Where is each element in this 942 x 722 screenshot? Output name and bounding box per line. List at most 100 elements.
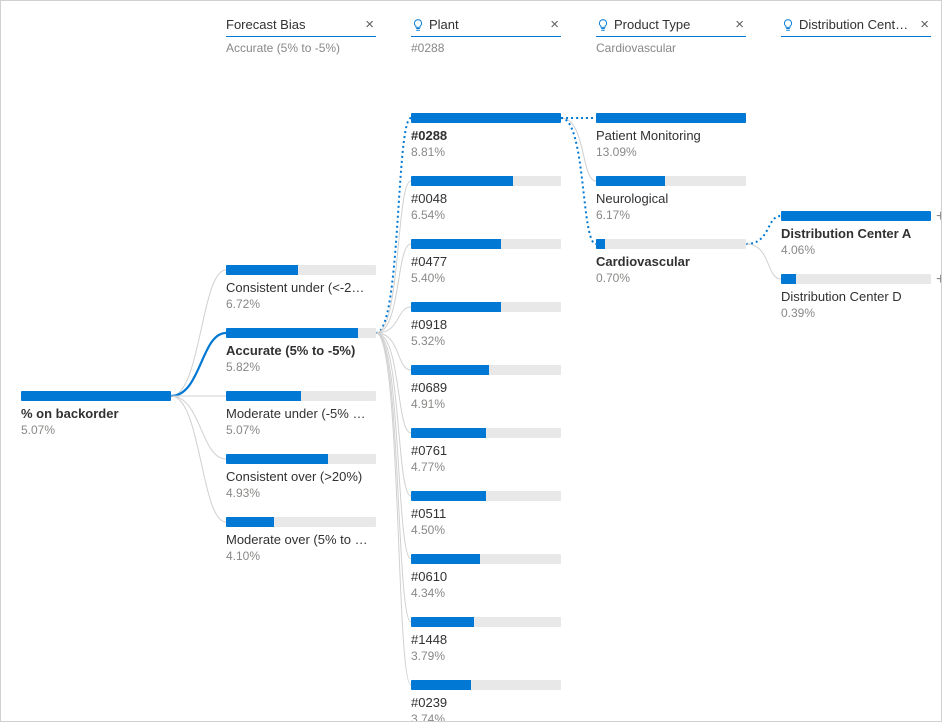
node-value: 5.32%	[411, 334, 561, 348]
column-header-plant[interactable]: Plant × #0288	[411, 17, 561, 55]
close-icon[interactable]: ×	[918, 17, 931, 32]
tree-node[interactable]: Consistent under (<-2… 6.72%	[226, 265, 376, 311]
column-subtitle: #0288	[411, 41, 561, 55]
tree-node[interactable]: #0610 4.34%	[411, 554, 561, 600]
bar	[226, 517, 376, 527]
column-rule	[596, 36, 746, 37]
node-label: % on backorder	[21, 406, 171, 421]
node-label: #0918	[411, 317, 561, 332]
bar-fill	[411, 113, 561, 123]
tree-node[interactable]: Distribution Center A 4.06%	[781, 211, 931, 257]
tree-node[interactable]: #0288 8.81%	[411, 113, 561, 159]
node-value: 4.34%	[411, 586, 561, 600]
tree-node[interactable]: #0689 4.91%	[411, 365, 561, 411]
close-icon[interactable]: ×	[363, 17, 376, 32]
node-label: Cardiovascular	[596, 254, 746, 269]
tree-node[interactable]: #0511 4.50%	[411, 491, 561, 537]
connectors	[1, 1, 942, 722]
node-value: 0.39%	[781, 306, 931, 320]
tree-node[interactable]: #07614.77%	[411, 428, 561, 474]
node-label: Distribution Center A	[781, 226, 931, 241]
root-node[interactable]: % on backorder 5.07%	[21, 391, 171, 437]
bar-fill	[411, 554, 480, 564]
tree-node[interactable]: Moderate over (5% to …4.10%	[226, 517, 376, 563]
node-value: 13.09%	[596, 145, 746, 159]
node-value: 4.93%	[226, 486, 376, 500]
node-value: 5.07%	[226, 423, 376, 437]
node-value: 4.91%	[411, 397, 561, 411]
close-icon[interactable]: ×	[733, 17, 746, 32]
expand-icon[interactable]: +	[936, 271, 942, 289]
node-label: Moderate under (-5% …	[226, 406, 376, 421]
column-title: Forecast Bias	[226, 17, 363, 32]
node-value: 4.77%	[411, 460, 561, 474]
node-label: #1448	[411, 632, 561, 647]
bar-fill	[596, 113, 746, 123]
bar	[411, 554, 561, 564]
tree-node[interactable]: Accurate (5% to -5%)5.82%	[226, 328, 376, 374]
bar	[596, 239, 746, 249]
node-label: Consistent under (<-2…	[226, 280, 376, 295]
node-label: #0511	[411, 506, 561, 521]
node-value: 6.72%	[226, 297, 376, 311]
bar	[411, 239, 561, 249]
column-header-forecast-bias[interactable]: Forecast Bias × Accurate (5% to -5%)	[226, 17, 376, 55]
tree-node[interactable]: #0918 5.32%	[411, 302, 561, 348]
tree-node[interactable]: Distribution Center D0.39%	[781, 274, 931, 320]
bar-fill	[226, 328, 358, 338]
tree-node[interactable]: Neurological6.17%	[596, 176, 746, 222]
node-value: 3.79%	[411, 649, 561, 663]
node-label: Consistent over (>20%)	[226, 469, 376, 484]
column-title: Product Type	[614, 17, 733, 32]
bar-fill	[411, 365, 489, 375]
node-value: 5.07%	[21, 423, 171, 437]
tree-node[interactable]: #00486.54%	[411, 176, 561, 222]
node-value: 8.81%	[411, 145, 561, 159]
bar	[781, 211, 931, 221]
node-value: 6.17%	[596, 208, 746, 222]
lightbulb-icon	[781, 18, 795, 32]
column-title: Plant	[429, 17, 548, 32]
tree-node[interactable]: Consistent over (>20%) 4.93%	[226, 454, 376, 500]
node-value: 4.50%	[411, 523, 561, 537]
bar	[226, 265, 376, 275]
bar-fill	[411, 428, 486, 438]
column-title: Distribution Cent…	[799, 17, 918, 32]
tree-node[interactable]: #02393.74%	[411, 680, 561, 722]
bar	[596, 176, 746, 186]
bar-fill	[411, 302, 501, 312]
node-label: #0477	[411, 254, 561, 269]
bar	[411, 491, 561, 501]
column-header-distribution-center[interactable]: Distribution Cent… ×	[781, 17, 931, 37]
node-label: #0610	[411, 569, 561, 584]
node-label: #0288	[411, 128, 561, 143]
node-label: #0048	[411, 191, 561, 206]
tree-node[interactable]: Moderate under (-5% … 5.07%	[226, 391, 376, 437]
tree-node[interactable]: #0477 5.40%	[411, 239, 561, 285]
column-header-product-type[interactable]: Product Type × Cardiovascular	[596, 17, 746, 55]
tree-node[interactable]: Cardiovascular0.70%	[596, 239, 746, 285]
bar-fill	[226, 454, 328, 464]
bar	[411, 680, 561, 690]
lightbulb-icon	[596, 18, 610, 32]
bar-fill	[411, 680, 471, 690]
bar	[21, 391, 171, 401]
expand-icon[interactable]: +	[936, 208, 942, 226]
column-rule	[226, 36, 376, 37]
node-value: 4.06%	[781, 243, 931, 257]
tree-node[interactable]: Patient Monitoring 13.09%	[596, 113, 746, 159]
node-label: Accurate (5% to -5%)	[226, 343, 376, 358]
close-icon[interactable]: ×	[548, 17, 561, 32]
node-value: 5.40%	[411, 271, 561, 285]
bar-fill	[411, 239, 501, 249]
node-value: 3.74%	[411, 712, 561, 722]
bar	[226, 328, 376, 338]
bar-fill	[21, 391, 171, 401]
bar-fill	[596, 239, 605, 249]
node-label: #0689	[411, 380, 561, 395]
bar-fill	[781, 211, 931, 221]
bar	[411, 617, 561, 627]
bar-fill	[596, 176, 665, 186]
node-label: Patient Monitoring	[596, 128, 746, 143]
tree-node[interactable]: #1448 3.79%	[411, 617, 561, 663]
